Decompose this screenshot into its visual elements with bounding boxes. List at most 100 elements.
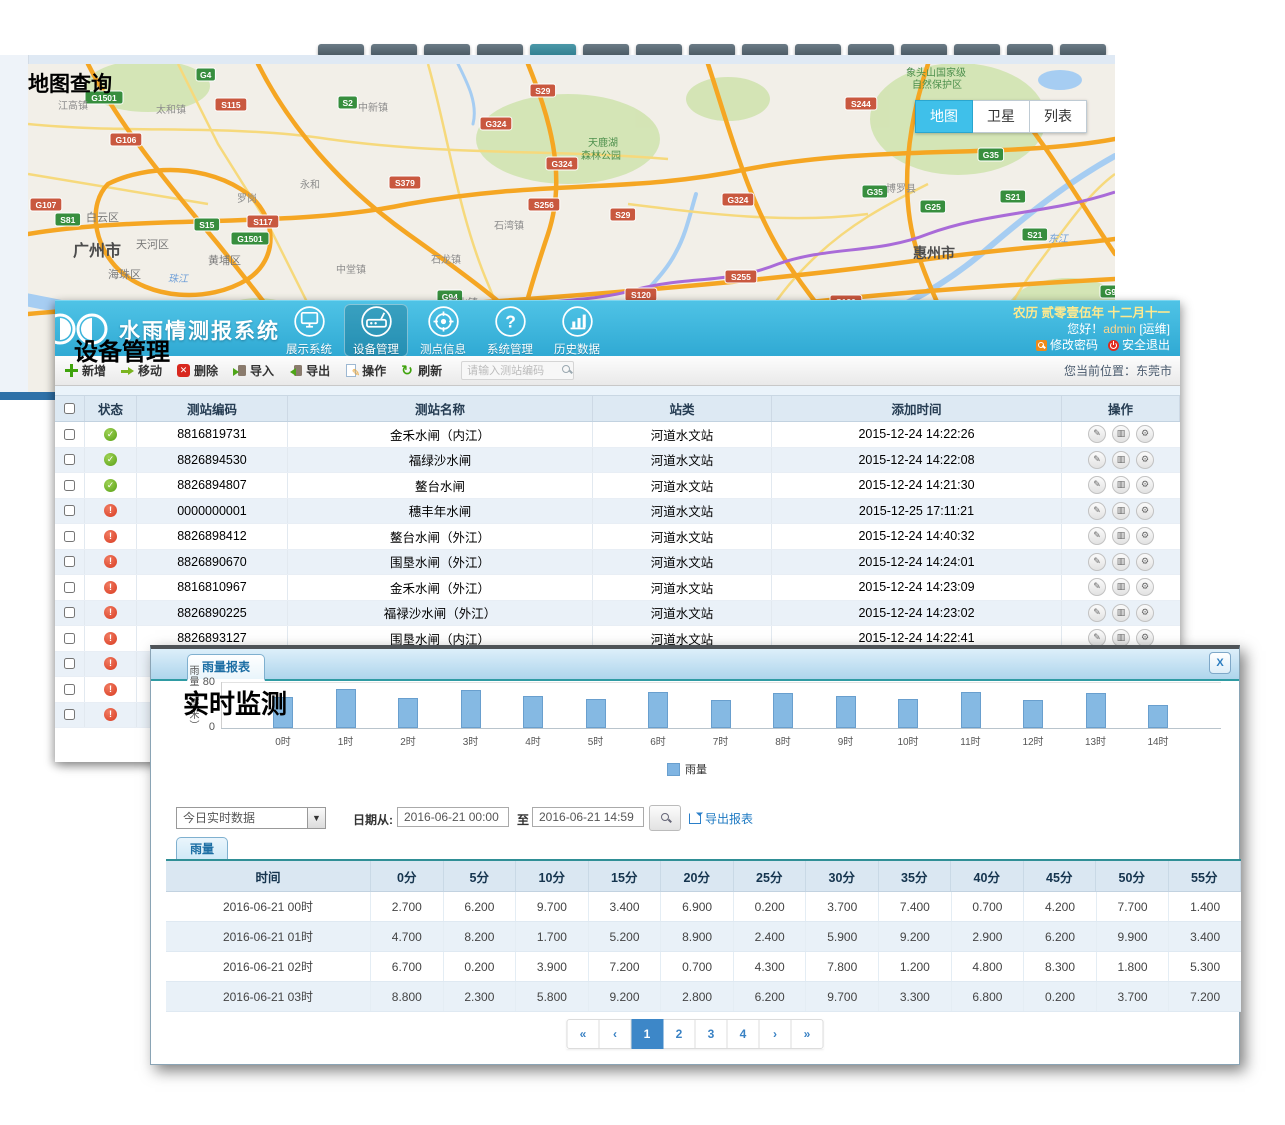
row-select-cell [55, 550, 85, 575]
svg-text:G324: G324 [486, 119, 507, 129]
map-view-button-卫星[interactable]: 卫星 [973, 100, 1030, 133]
row-checkbox[interactable] [64, 633, 75, 644]
legend-label: 雨量 [685, 761, 707, 777]
edit-icon[interactable]: ✎ [1088, 578, 1106, 596]
edit-icon[interactable]: ✎ [1088, 604, 1106, 622]
station-code-cell: 8826898412 [137, 524, 288, 549]
toolbar-button-移动[interactable]: 移动 [121, 362, 162, 379]
nav-item-展示系统[interactable]: 展示系统 [277, 304, 341, 357]
page-button-2[interactable]: 2 [664, 1019, 696, 1049]
settings-icon[interactable]: ⚙ [1136, 476, 1154, 494]
row-checkbox[interactable] [64, 556, 75, 567]
svg-text:G324: G324 [728, 195, 749, 205]
station-search-input[interactable] [461, 361, 574, 380]
date-from-input[interactable] [397, 807, 509, 827]
rain-value-cell: 5.300 [1169, 952, 1241, 981]
x-tick-label: 1时 [324, 733, 368, 748]
svg-text:S117: S117 [253, 217, 273, 227]
delete-icon[interactable]: ▥ [1112, 502, 1130, 520]
change-password-link[interactable]: 修改密码 [1036, 337, 1098, 353]
delete-icon[interactable]: ▥ [1112, 553, 1130, 571]
toolbar-button-label: 删除 [194, 362, 218, 379]
delete-icon [177, 364, 190, 377]
row-checkbox[interactable] [64, 658, 75, 669]
edit-icon[interactable]: ✎ [1088, 451, 1106, 469]
row-select-cell [55, 601, 85, 626]
page-button-‹[interactable]: ‹ [600, 1019, 632, 1049]
rain-value-cell: 6.900 [661, 892, 734, 921]
settings-icon[interactable]: ⚙ [1136, 425, 1154, 443]
rain-bar [961, 692, 981, 728]
page-button-1[interactable]: 1 [632, 1019, 664, 1049]
question-icon: ? [478, 305, 542, 343]
page-button-«[interactable]: « [567, 1019, 600, 1049]
station-type-cell: 河道水文站 [593, 448, 772, 473]
map-view-button-列表[interactable]: 列表 [1030, 100, 1087, 133]
toolbar-button-刷新[interactable]: 刷新 [401, 362, 442, 379]
edit-icon[interactable]: ✎ [1088, 476, 1106, 494]
row-checkbox[interactable] [64, 531, 75, 542]
row-checkbox[interactable] [64, 709, 75, 720]
toolbar-button-新增[interactable]: 新增 [65, 362, 106, 379]
toolbar-button-导入[interactable]: 导入 [233, 362, 274, 379]
settings-icon[interactable]: ⚙ [1136, 553, 1154, 571]
row-checkbox[interactable] [64, 454, 75, 465]
row-checkbox[interactable] [64, 480, 75, 491]
delete-icon[interactable]: ▥ [1112, 578, 1130, 596]
station-search [461, 361, 574, 381]
delete-icon[interactable]: ▥ [1112, 451, 1130, 469]
settings-icon[interactable]: ⚙ [1136, 502, 1154, 520]
toolbar-button-操作[interactable]: 操作 [345, 362, 386, 379]
search-icon[interactable] [562, 365, 570, 373]
rain-value-cell: 7.700 [1097, 892, 1170, 921]
edit-icon[interactable]: ✎ [1088, 527, 1106, 545]
edit-icon[interactable]: ✎ [1088, 425, 1106, 443]
delete-icon[interactable]: ▥ [1112, 604, 1130, 622]
settings-icon[interactable]: ⚙ [1136, 604, 1154, 622]
settings-icon[interactable]: ⚙ [1136, 527, 1154, 545]
status-error-icon: ! [104, 530, 117, 543]
map-view-button-地图[interactable]: 地图 [915, 100, 973, 133]
row-checkbox[interactable] [64, 582, 75, 593]
station-name-cell: 鳌台水闸（外江） [288, 524, 593, 549]
data-mode-select[interactable]: 今日实时数据 ▼ [176, 807, 326, 829]
status-error-icon: ! [104, 555, 117, 568]
row-checkbox[interactable] [64, 684, 75, 695]
nav-item-系统管理[interactable]: ?系统管理 [478, 304, 542, 357]
row-checkbox[interactable] [64, 607, 75, 618]
delete-icon[interactable]: ▥ [1112, 527, 1130, 545]
station-row: !0000000001穗丰年水闸河道水文站2015-12-25 17:11:21… [55, 499, 1180, 525]
nav-item-测点信息[interactable]: 测点信息 [411, 304, 475, 357]
toolbar-button-删除[interactable]: 删除 [177, 362, 218, 379]
date-to-label: 至 [517, 811, 529, 828]
page-button-»[interactable]: » [792, 1019, 824, 1049]
search-icon [661, 813, 669, 821]
rain-time-cell: 2016-06-21 03时 [166, 982, 371, 1011]
page-button-3[interactable]: 3 [696, 1019, 728, 1049]
status-cell: ! [85, 703, 137, 728]
page-button-›[interactable]: › [760, 1019, 792, 1049]
settings-icon[interactable]: ⚙ [1136, 578, 1154, 596]
row-select-cell [55, 575, 85, 600]
select-all-checkbox[interactable] [64, 403, 75, 414]
delete-icon[interactable]: ▥ [1112, 476, 1130, 494]
toolbar-button-导出[interactable]: 导出 [289, 362, 330, 379]
edit-icon[interactable]: ✎ [1088, 553, 1106, 571]
map-place-label: 天鹿湖 [588, 136, 618, 149]
delete-icon[interactable]: ▥ [1112, 425, 1130, 443]
settings-icon[interactable]: ⚙ [1136, 451, 1154, 469]
nav-item-历史数据[interactable]: 历史数据 [545, 304, 609, 357]
import-icon [233, 364, 246, 377]
logout-link[interactable]: 安全退出 [1108, 337, 1170, 353]
nav-item-设备管理[interactable]: 设备管理 [344, 304, 408, 357]
rain-bar [336, 689, 356, 728]
date-to-input[interactable] [532, 807, 644, 827]
row-checkbox[interactable] [64, 505, 75, 516]
row-checkbox[interactable] [64, 429, 75, 440]
tab-rain[interactable]: 雨量 [176, 837, 228, 860]
edit-icon[interactable]: ✎ [1088, 502, 1106, 520]
query-button[interactable] [649, 805, 681, 831]
close-icon[interactable]: X [1209, 652, 1231, 674]
page-button-4[interactable]: 4 [728, 1019, 760, 1049]
export-report-link[interactable]: 导出报表 [689, 810, 753, 827]
